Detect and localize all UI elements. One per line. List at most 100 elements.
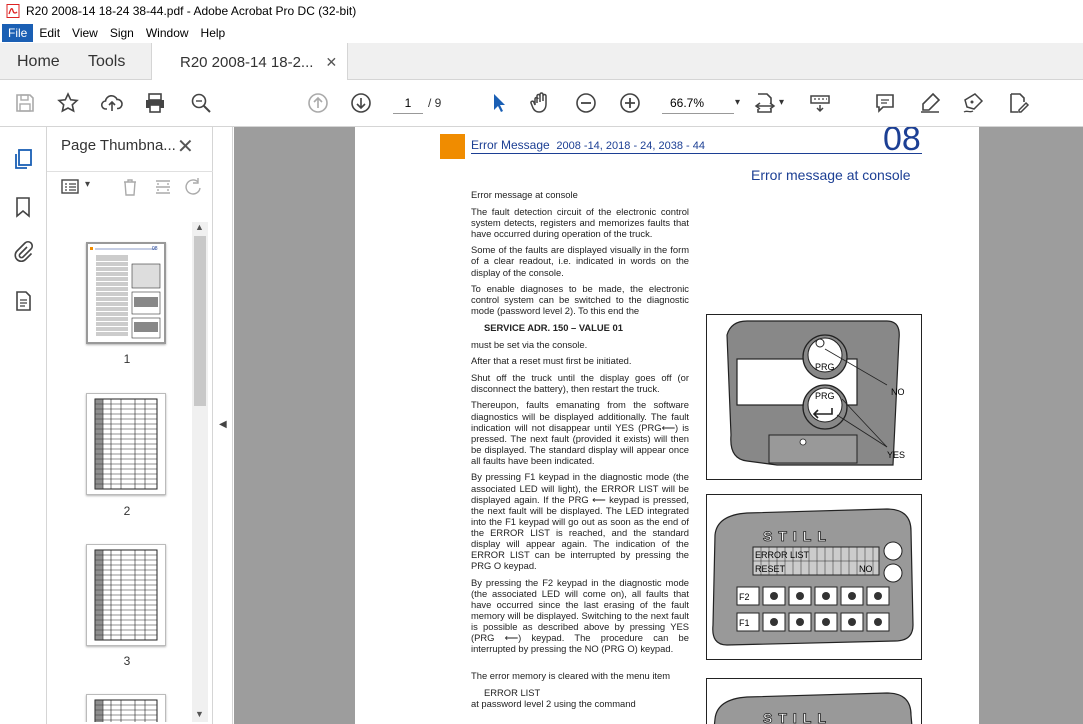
keyboard-scroll-icon <box>810 95 830 113</box>
tab-document[interactable]: R20 2008-14 18-2... ✕ <box>151 43 349 81</box>
scroll-mode-button[interactable] <box>807 90 833 116</box>
thumbnail-page-1[interactable]: 08 <box>86 242 166 344</box>
thumbnail-page-2[interactable] <box>86 393 166 495</box>
thumbnail-page-1-preview: 08 <box>90 246 161 339</box>
tab-close-icon[interactable]: ✕ <box>325 54 337 71</box>
search-zoom-icon <box>191 93 211 113</box>
thumbnail-scrollbar[interactable]: ▲ ▼ <box>192 222 208 722</box>
paragraph-command: SERVICE ADR. 150 – VALUE 01 <box>484 321 623 333</box>
panel-title: Page Thumbna... <box>61 137 176 154</box>
no-label: NO <box>891 387 905 397</box>
f1-key-label: F1 <box>739 618 750 628</box>
acrobat-pdf-icon <box>6 4 20 18</box>
page-display-chevron-icon[interactable]: ▾ <box>779 92 784 114</box>
scroll-down-arrow-icon[interactable]: ▼ <box>195 709 204 719</box>
thumbnail-page-3[interactable] <box>86 544 166 646</box>
doc-section-title: Error message at console <box>751 167 911 183</box>
paragraph: Error message at console <box>471 189 578 200</box>
hand-icon <box>530 92 547 113</box>
comment-button[interactable] <box>872 90 898 116</box>
previous-page-button[interactable] <box>305 90 331 116</box>
console-partial-illustration: STILL <box>713 692 913 724</box>
document-viewer[interactable]: Error Message 2008 -14, 2018 - 24, 2038 … <box>234 127 1083 724</box>
menu-window[interactable]: Window <box>140 24 195 42</box>
thumbnail-label-1: 1 <box>123 352 131 366</box>
paragraph: By pressing F1 keypad in the diagnostic … <box>471 471 689 572</box>
hand-tool-button[interactable] <box>528 90 554 116</box>
console-partial-brand: STILL <box>763 710 832 724</box>
page-number-input[interactable]: 1 <box>393 92 423 114</box>
console-brand: STILL <box>763 528 832 544</box>
thumbnail-page-4-preview <box>94 699 158 722</box>
tab-tools[interactable]: Tools <box>88 43 125 80</box>
document-properties-icon[interactable] <box>11 289 35 313</box>
fountain-pen-sign-icon <box>963 93 984 113</box>
thumbnail-page-2-preview <box>94 398 158 490</box>
thumbnail-label-3: 3 <box>123 654 131 668</box>
menu-bar: File Edit View Sign Window Help <box>0 22 1083 43</box>
comment-icon <box>876 94 894 113</box>
header-orange-marker <box>440 134 465 159</box>
insert-pages-icon[interactable] <box>153 177 173 197</box>
upload-cloud-icon <box>100 95 123 111</box>
tab-bar: Home Tools R20 2008-14 18-2... ✕ <box>0 43 1083 81</box>
console-line1: ERROR LIST <box>755 550 810 560</box>
pdf-page: Error Message 2008 -14, 2018 - 24, 2038 … <box>355 127 979 724</box>
select-tool-button[interactable] <box>486 90 512 116</box>
plus-circle-icon <box>620 93 640 113</box>
figure-console-partial: STILL <box>706 678 922 724</box>
zoom-in-button[interactable] <box>617 90 643 116</box>
minus-circle-icon <box>576 93 596 113</box>
menu-edit[interactable]: Edit <box>33 24 66 42</box>
tab-home[interactable]: Home <box>17 43 60 80</box>
scrollbar-thumb[interactable] <box>194 236 206 406</box>
highlight-button[interactable] <box>917 90 943 116</box>
console-line2: RESET <box>755 564 786 574</box>
f2-key-label: F2 <box>739 592 750 602</box>
menu-view[interactable]: View <box>66 24 104 42</box>
bookmark-star-button[interactable] <box>55 90 81 116</box>
thumbnail-options-chevron-icon[interactable]: ▾ <box>85 179 90 190</box>
panel-collapse-handle[interactable]: ◀ <box>213 127 233 724</box>
zoom-out-button[interactable] <box>573 90 599 116</box>
share-button[interactable] <box>99 90 125 116</box>
fit-page-icon <box>754 93 776 113</box>
thumbnail-options-icon[interactable] <box>61 177 83 197</box>
delete-page-icon[interactable] <box>120 177 140 197</box>
doc-body-text: Error message at console The fault detec… <box>471 189 689 715</box>
paragraph-menu-item: ERROR LIST <box>484 687 541 699</box>
page-thumbnails-icon[interactable] <box>11 147 35 171</box>
rotate-page-icon[interactable] <box>185 177 203 197</box>
cursor-arrow-icon <box>494 94 505 112</box>
fill-sign-button[interactable] <box>1005 90 1031 116</box>
thumbnail-page-4[interactable] <box>86 694 166 722</box>
paragraph: Some of the faults are displayed visuall… <box>471 244 689 278</box>
page-display-button[interactable] <box>752 90 778 116</box>
zoom-dropdown-chevron-icon[interactable]: ▾ <box>735 92 740 114</box>
doc-chapter-number: 08 <box>883 127 921 158</box>
zoom-level-input[interactable]: 66.7% <box>662 92 734 114</box>
doc-header-rule <box>471 153 922 154</box>
menu-file[interactable]: File <box>2 23 34 42</box>
menu-help[interactable]: Help <box>195 24 232 42</box>
next-page-button[interactable] <box>348 90 374 116</box>
save-button[interactable] <box>12 90 38 116</box>
bookmarks-icon[interactable] <box>11 195 35 219</box>
yes-label: YES <box>887 450 905 460</box>
svg-text:08: 08 <box>152 246 158 252</box>
find-button[interactable] <box>188 90 214 116</box>
panel-close-icon[interactable]: ✕ <box>177 134 194 159</box>
attachments-icon[interactable] <box>11 240 35 264</box>
collapse-arrow-icon[interactable]: ◀ <box>219 419 227 430</box>
console-line2-right: NO <box>859 564 873 574</box>
arrow-down-circle-icon <box>351 93 371 113</box>
print-button[interactable] <box>142 90 168 116</box>
paragraph: must be set via the console. <box>471 338 588 350</box>
star-icon <box>57 92 79 113</box>
sign-button[interactable] <box>960 90 986 116</box>
save-icon <box>16 94 34 112</box>
scroll-up-arrow-icon[interactable]: ▲ <box>195 222 204 232</box>
prg-keypad-illustration: PRG PRG NO YES <box>726 320 905 466</box>
menu-sign[interactable]: Sign <box>104 24 140 42</box>
figure-console-display: STILL ERROR LIST RESET NO F2 F1 <box>706 494 922 660</box>
